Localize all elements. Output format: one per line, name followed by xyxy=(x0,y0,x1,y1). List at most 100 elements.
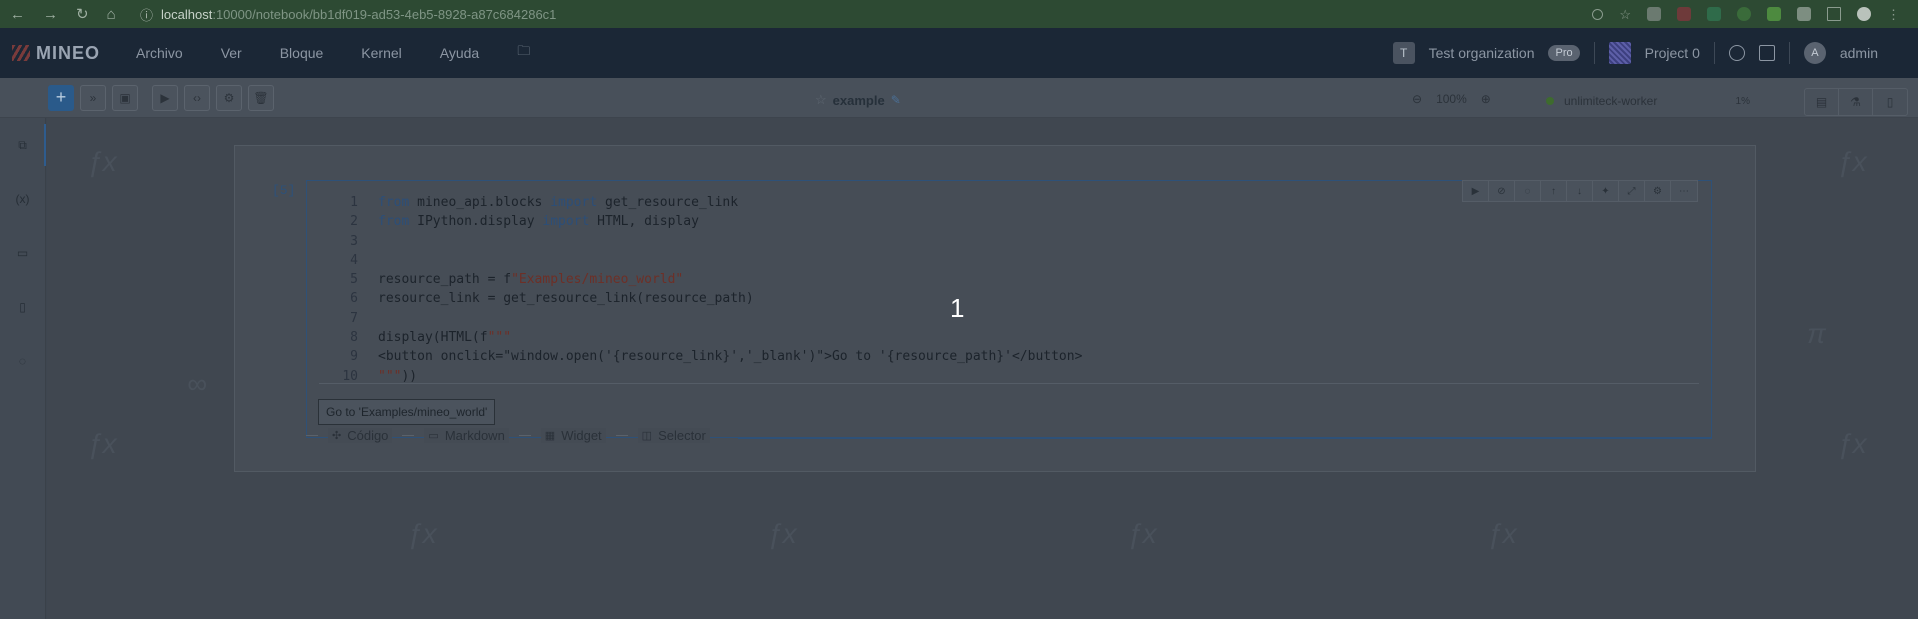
run-all-button[interactable]: » xyxy=(80,84,106,111)
sidebar-item-blocks[interactable]: ⧉ xyxy=(0,118,46,172)
header-divider xyxy=(1593,42,1595,64)
menu-ver[interactable]: Ver xyxy=(221,45,242,61)
line-number: 10 xyxy=(342,368,358,384)
expand-icon[interactable]: ⤢ xyxy=(1619,181,1645,201)
widget-icon: ▦ xyxy=(544,430,556,442)
zoom-out-icon[interactable]: ⊖ xyxy=(1412,92,1422,106)
add-code-label: Código xyxy=(347,428,389,443)
add-block-button[interactable]: + xyxy=(48,84,74,111)
sidebar-item-files[interactable]: ▭ xyxy=(0,226,45,280)
edit-pencil-icon[interactable]: ✎ xyxy=(891,93,901,107)
line-number: 6 xyxy=(350,291,358,307)
watermark-icon: π xyxy=(1807,318,1826,349)
extension-icon-4[interactable] xyxy=(1737,7,1751,21)
share-icon[interactable] xyxy=(1592,8,1604,20)
code-line: 1 from mineo_api.blocks import get_resour… xyxy=(330,193,1082,212)
forward-icon[interactable]: → xyxy=(43,6,58,23)
user-name[interactable]: admin xyxy=(1840,45,1878,61)
code-lines: 1 from mineo_api.blocks import get_resour… xyxy=(330,193,1082,386)
menu-archivo[interactable]: Archivo xyxy=(136,45,183,61)
code-block-icon: ✣ xyxy=(332,430,342,442)
chat-icon[interactable] xyxy=(1728,45,1745,61)
project-icon[interactable] xyxy=(1608,42,1631,64)
folder-open-icon[interactable]: 🗀 xyxy=(517,42,530,64)
watermark-icon: ƒx xyxy=(87,428,117,459)
extension-icon-2[interactable] xyxy=(1677,7,1691,21)
extension-icon-1[interactable] xyxy=(1647,7,1661,21)
divider xyxy=(402,435,415,436)
worker-selector[interactable]: unlimiteck-worker 1% xyxy=(1538,88,1758,114)
home-icon[interactable]: ⌂ xyxy=(107,6,116,23)
watermark-icon: ƒx xyxy=(87,146,117,177)
menu-ayuda[interactable]: Ayuda xyxy=(440,45,479,61)
magic-icon[interactable]: ✦ xyxy=(1593,181,1619,201)
mobile-icon[interactable]: ▯ xyxy=(1873,89,1907,115)
zoom-level: 100% xyxy=(1436,92,1467,106)
add-widget-label: Widget xyxy=(561,428,602,443)
extension-icon-3[interactable] xyxy=(1707,7,1721,21)
add-widget-block[interactable]: ▦ Widget xyxy=(540,428,606,443)
org-name[interactable]: Test organization xyxy=(1429,45,1535,61)
browser-menu-icon[interactable]: ⋮ xyxy=(1887,7,1900,22)
address-bar[interactable]: ⓘ localhost:10000/notebook/bb1df019-ad53… xyxy=(140,5,1592,24)
sidebar-item-variables[interactable]: (x) xyxy=(0,172,45,226)
sidebar-item-chat[interactable]: ◌ xyxy=(0,334,45,388)
menu-kernel[interactable]: Kernel xyxy=(361,45,401,61)
zoom-in-icon[interactable]: ⊕ xyxy=(1481,92,1491,106)
puzzle-icon[interactable] xyxy=(1797,7,1811,21)
project-name[interactable]: Project 0 xyxy=(1645,45,1700,61)
comment-icon[interactable]: ◌ xyxy=(1515,181,1541,201)
flask-icon[interactable]: ⚗ xyxy=(1839,89,1873,115)
overlay-step-number: 1 xyxy=(950,293,965,323)
mineo-logo[interactable]: MINEO xyxy=(12,43,122,64)
profile-icon[interactable] xyxy=(1857,7,1871,21)
watermark-icon: ƒx xyxy=(1487,518,1517,549)
settings-icon[interactable]: ⚙ xyxy=(216,84,242,111)
book-icon[interactable] xyxy=(1758,45,1775,61)
add-block-divider xyxy=(738,438,1712,439)
code-toggle-icon[interactable]: ‹› xyxy=(184,84,210,111)
code-line: 4 xyxy=(330,251,1082,270)
add-selector-block[interactable]: ◫ Selector xyxy=(637,428,710,443)
more-icon[interactable]: ⋯ xyxy=(1671,181,1697,201)
layout-icon[interactable]: ▤ xyxy=(1805,89,1839,115)
back-icon[interactable]: ← xyxy=(10,6,25,23)
add-code-block[interactable]: ✣ Código xyxy=(328,428,393,443)
output-go-to-button[interactable]: Go to 'Examples/mineo_world' xyxy=(318,399,496,425)
line-number: 1 xyxy=(350,195,358,210)
settings-icon[interactable]: ⚙ xyxy=(1645,181,1671,201)
favorite-star-icon[interactable]: ☆ xyxy=(815,92,827,108)
arrow-down-icon[interactable]: ↓ xyxy=(1567,181,1593,201)
code-text: """)) xyxy=(378,368,418,384)
sidebar-toggle-icon[interactable] xyxy=(1827,7,1841,21)
add-markdown-block[interactable]: ▭ Markdown xyxy=(424,428,509,443)
arrow-up-icon[interactable]: ↑ xyxy=(1541,181,1567,201)
disable-icon[interactable]: ⊘ xyxy=(1489,181,1515,201)
code-line: 5 resource_path = f"Examples/mineo_world" xyxy=(330,270,1082,289)
url-path: :10000/notebook/bb1df019-ad53-4eb5-8928-… xyxy=(212,6,557,22)
trash-icon[interactable]: 🗑 xyxy=(248,84,274,111)
reload-icon[interactable]: ↻ xyxy=(76,5,89,23)
add-block-row: ✣ Código ▭ Markdown ▦ Widget ◫ Selector xyxy=(306,428,710,443)
extension-icon-5[interactable] xyxy=(1767,7,1781,21)
execution-count: [5] xyxy=(272,183,296,198)
menu-bloque[interactable]: Bloque xyxy=(280,45,324,61)
left-sidebar: ⧉ (x) ▭ ▯ ◌ xyxy=(0,118,46,619)
user-avatar[interactable]: A xyxy=(1803,42,1826,64)
line-number: 7 xyxy=(350,310,358,326)
code-text: from mineo_api.blocks import get_resourc… xyxy=(378,195,739,210)
watermark-icon: ƒx xyxy=(767,518,797,549)
divider xyxy=(306,435,318,436)
markdown-icon: ▭ xyxy=(428,430,439,442)
sidebar-item-clipboard[interactable]: ▯ xyxy=(0,280,45,334)
bookmark-star-icon[interactable]: ☆ xyxy=(1619,7,1631,22)
run-icon[interactable]: ▶ xyxy=(152,84,178,111)
run-icon[interactable]: ▶ xyxy=(1463,181,1489,201)
org-avatar[interactable]: T xyxy=(1392,42,1415,64)
code-line: 10 """)) xyxy=(330,367,1082,386)
notebook-title[interactable]: example xyxy=(833,93,885,108)
line-number: 5 xyxy=(350,272,358,288)
header-right: T Test organization Pro Project 0 A admi… xyxy=(1392,42,1906,64)
code-line: 8 display(HTML(f""" xyxy=(330,328,1082,347)
save-icon[interactable]: ▣ xyxy=(112,84,138,111)
